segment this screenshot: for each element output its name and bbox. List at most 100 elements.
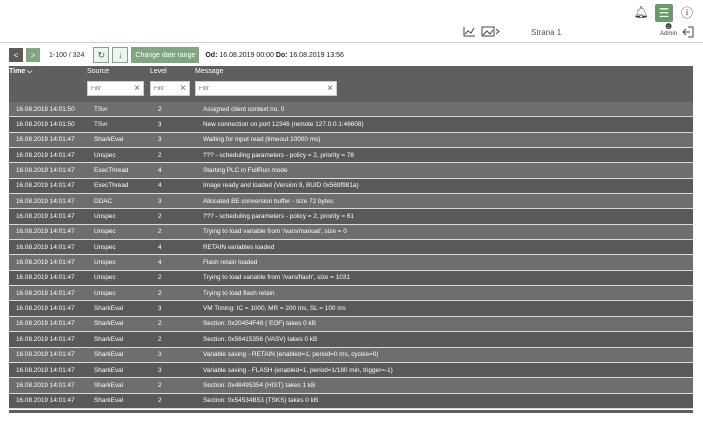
message-filter-input[interactable] [199,85,328,92]
table-row[interactable]: 16.08.2019 14:01:47 SharkEval 3 Variable sa… [9,362,693,379]
cell-source: SharkEval [94,381,124,389]
table-row[interactable]: 16.08.2019 14:01:47 Unspec 2 Trying to load… [9,270,693,287]
cell-message: Variable saving - FLASH (enabled=1, peri… [203,366,393,374]
cell-time: 16.08.2019 14:01:47 [16,151,75,159]
toolbar: < > 1-100 / 324 ↻ ↓ Change date range Od… [9,47,344,63]
table-row[interactable]: 16.08.2019 14:01:47 Unspec 4 Flash retain l… [9,255,693,271]
user-name: Admin [659,31,677,37]
table-row[interactable]: 16.08.2019 14:01:47 Unspec 2 ??? - scheduli… [9,148,693,164]
cell-message: Trying to load flash retain [203,289,275,297]
refresh-icon[interactable]: ↻ [93,47,110,63]
header-divider [0,42,703,43]
cell-time: 16.08.2019 14:01:47 [16,305,75,313]
cell-message: VM Timing: IC = 1000, MR = 200 ms, SL = … [203,305,346,313]
table-row[interactable]: 16.08.2019 14:01:47 SharkEval 2 Section: 0x… [9,316,693,333]
image-export-icon[interactable] [481,26,501,40]
source-filter-input[interactable] [91,85,135,92]
table-row[interactable]: 16.08.2019 14:01:47 ExecThread 4 Image read… [9,178,693,195]
cell-level: 2 [158,397,162,405]
user-block[interactable]: ☻ Admin [659,22,677,38]
clear-message-filter-icon[interactable]: × [327,83,333,94]
cell-level: 3 [158,351,162,359]
cell-time: 16.08.2019 14:01:47 [16,167,75,175]
column-message[interactable]: Message [195,68,223,75]
cell-level: 2 [158,320,162,328]
source-filter[interactable]: × [87,81,144,96]
table-row[interactable]: 16.08.2019 14:01:47 Unspec 2 ??? - scheduli… [9,209,693,225]
cell-message: Waiting for input read (timeout 10000 ms… [203,136,321,144]
change-date-range-button[interactable]: Change date range [131,47,200,63]
cell-time: 16.08.2019 14:01:47 [16,136,75,144]
column-time[interactable]: Time ⌵ [9,68,32,76]
cell-time: 16.08.2019 14:01:47 [16,243,75,251]
do-label: Do: [275,51,288,59]
cell-time: 16.08.2019 14:01:47 [16,197,75,205]
cell-source: Unspec [94,289,116,297]
table-row[interactable]: 16.08.2019 14:01:47 SharkEval 2 Section: 0x… [9,332,693,348]
next-page-button[interactable]: > [26,48,40,62]
clear-level-filter-icon[interactable]: × [180,83,186,94]
cell-source: Unspec [94,213,116,221]
cell-message: Trying to load variable from '/vars/manu… [203,228,347,236]
cell-source: Unspec [94,259,116,267]
cell-source: ExecThread [94,167,129,175]
level-filter[interactable]: × [150,81,190,96]
cell-time: 16.08.2019 14:01:47 [16,397,75,405]
table-row[interactable]: 16.08.2019 14:01:47 SharkEval 3 Variable sa… [9,347,693,363]
cell-level: 3 [158,197,162,205]
table-row[interactable]: 16.08.2019 14:01:47 SharkEval 2 Section: 0x… [9,378,693,394]
cell-level: 2 [158,151,162,159]
table-row[interactable]: 16.08.2019 14:01:47 SharkEval 3 VM Timing: … [9,301,693,317]
cell-message: Flash retain loaded [203,259,258,267]
info-icon[interactable]: ⓘ [679,4,695,20]
menu-icon[interactable]: ☰ [655,4,673,22]
download-icon[interactable]: ↓ [112,47,129,63]
cell-source: DDAC [94,197,113,205]
cell-time: 16.08.2019 14:01:47 [16,320,75,328]
cell-level: 4 [158,182,162,190]
cell-level: 3 [158,136,162,144]
table-row[interactable]: 16.08.2019 14:01:47 Unspec 2 Trying to load… [9,224,693,241]
cell-message: Section: 0x48495354 (HIST) takes 1 kB [203,381,316,389]
level-filter-input[interactable] [154,85,181,92]
cell-time: 16.08.2019 14:01:47 [16,182,75,190]
cell-level: 2 [158,213,162,221]
cell-source: TSvr [94,121,108,129]
cell-level: 3 [158,366,162,374]
od-value: 16.08.2019 00:00 [219,51,274,59]
table-row[interactable]: 16.08.2019 14:01:50 TSvr 2 Assigned client … [9,102,693,118]
table-row[interactable]: 16.08.2019 14:01:47 DDAC 3 Allocated BE con… [9,194,693,210]
bell-icon[interactable]: 🔔︎ [633,4,649,20]
table-row[interactable]: 16.08.2019 14:01:47 ExecThread 4 Starting P… [9,163,693,179]
do-value: 16.08.2019 13:56 [289,51,344,59]
od-label: Od: [205,51,218,59]
cell-message: Section: 0x56415356 (VASV) takes 0 kB [203,335,318,343]
cell-source: SharkEval [94,136,124,144]
cell-time: 16.08.2019 14:01:47 [16,351,75,359]
cell-source: SharkEval [94,366,124,374]
table-row[interactable]: 16.08.2019 14:01:47 SharkEval 3 Waiting for… [9,132,693,149]
cell-message: Trying to load variable from '/vars/flas… [203,274,350,282]
cell-level: 4 [158,243,162,251]
sort-down-icon: ⌵ [27,68,33,75]
chart-icon[interactable] [463,26,476,40]
table-row[interactable]: 16.08.2019 14:01:50 TSvr 3 New connection o… [9,117,693,133]
record-range: 1-100 / 324 [49,51,85,59]
cell-time: 16.08.2019 14:01:47 [16,274,75,282]
cell-source: SharkEval [94,397,124,405]
table-row[interactable]: 16.08.2019 14:01:47 Unspec 2 Trying to load… [9,286,693,302]
cell-source: Unspec [94,151,116,159]
table-row[interactable]: 16.08.2019 14:01:47 Unspec 4 RETAIN variabl… [9,240,693,256]
cell-message: Assigned client context no. 0 [203,105,285,113]
table-row[interactable]: 16.08.2019 14:01:47 SharkEval 2 Section: 0x… [9,393,693,409]
clear-source-filter-icon[interactable]: × [134,83,140,94]
cell-source: TSvr [94,105,108,113]
page-label: Strana 1 [531,28,562,37]
logout-icon[interactable] [682,26,694,41]
cell-source: Unspec [94,243,116,251]
message-filter[interactable]: × [195,81,337,96]
column-level[interactable]: Level [150,68,167,75]
cell-source: SharkEval [94,320,124,328]
column-source[interactable]: Source [87,68,109,75]
prev-page-button[interactable]: < [9,48,23,62]
